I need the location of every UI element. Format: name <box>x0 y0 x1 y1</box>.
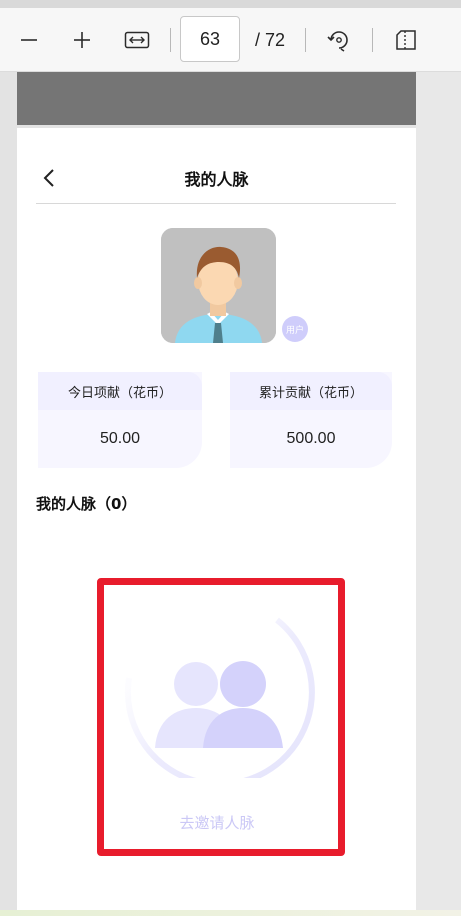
stat-label: 今日项献（花币） <box>38 372 202 410</box>
stat-value: 500.00 <box>286 430 336 447</box>
fit-width-button[interactable] <box>119 22 155 58</box>
stat-value: 50.00 <box>99 430 141 447</box>
page-number-input[interactable]: 63 <box>180 16 240 62</box>
scroll-gutter[interactable] <box>416 72 461 910</box>
pdf-toolbar: 63 / 72 <box>0 0 461 72</box>
page-title: 我的人脉 <box>184 170 249 189</box>
plus-icon <box>74 32 90 48</box>
total-contribution-card: 累计贡献（花币） 500.00 <box>230 372 392 468</box>
today-contribution-card: 今日项献（花币） 50.00 <box>38 372 202 468</box>
stat-label: 累计贡献（花币） <box>230 372 392 410</box>
rotate-button[interactable] <box>321 22 357 58</box>
fit-width-icon <box>124 31 150 49</box>
zoom-out-button[interactable] <box>11 22 47 58</box>
header-divider <box>36 203 396 204</box>
rotate-icon <box>327 31 348 52</box>
status-strip <box>0 910 461 916</box>
toolbar-divider <box>170 28 171 52</box>
invite-connections-button[interactable]: 去邀请人脉 <box>137 812 297 836</box>
page-view-button[interactable] <box>388 22 424 58</box>
zoom-in-button[interactable] <box>64 22 100 58</box>
role-badge: 用户 <box>282 316 308 342</box>
document-page: 我的人脉 用户 今日项献（花币） 50.00 累计贡献（花币） 500.00 我… <box>17 128 416 916</box>
previous-page-bottom <box>17 72 416 125</box>
toolbar-divider <box>372 28 373 52</box>
connections-section-title: 我的人脉（0） <box>36 495 137 513</box>
avatar <box>161 228 276 343</box>
minus-icon <box>21 39 37 41</box>
user-avatar-icon <box>161 228 276 343</box>
page-view-icon <box>396 30 416 50</box>
toolbar-divider <box>305 28 306 52</box>
page-total-label: / 72 <box>255 30 286 50</box>
